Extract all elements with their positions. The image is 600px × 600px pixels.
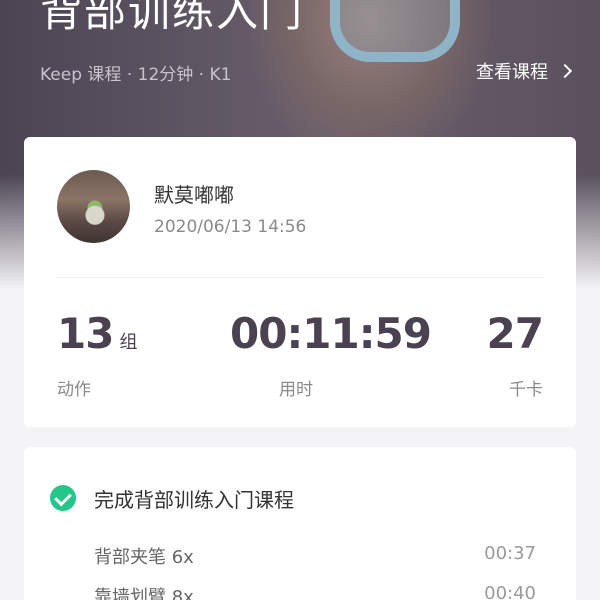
course-exercise-card: 完成背部训练入门课程 背部夹笔 6x 00:37 靠墙划臂 8x 00:40 — [24, 447, 576, 600]
divider — [57, 277, 543, 278]
exercise-row[interactable]: 背部夹笔 6x 00:37 — [94, 543, 536, 573]
exercise-name: 靠墙划臂 8x — [94, 587, 194, 600]
exercise-name: 背部夹笔 6x — [94, 547, 194, 568]
stat-sets-label: 动作 — [57, 380, 91, 400]
stat-calories-value: 27 — [486, 309, 544, 358]
workout-datetime: 2020/06/13 14:56 — [154, 217, 307, 237]
exercise-time: 00:37 — [484, 543, 536, 564]
check-circle-icon — [50, 485, 76, 511]
exercise-time: 00:40 — [484, 583, 536, 600]
user-name: 默莫嘟嘟 — [154, 183, 234, 207]
avatar[interactable] — [57, 170, 130, 243]
course-title: 背部训练入门 — [40, 0, 305, 36]
hero-figure-sportswear — [330, 0, 460, 62]
stat-calories-label: 千卡 — [509, 380, 543, 400]
stat-sets-number: 13 — [57, 309, 114, 358]
stat-sets-unit: 组 — [119, 332, 137, 353]
view-course-link[interactable]: 查看课程 — [476, 58, 573, 84]
stat-duration-label: 用时 — [279, 380, 313, 400]
exercise-row[interactable]: 靠墙划臂 8x 00:40 — [94, 583, 536, 600]
course-meta: Keep 课程 · 12分钟 · K1 — [40, 65, 232, 85]
workout-summary-card: 默莫嘟嘟 2020/06/13 14:56 13 组 动作 00:11:59 用时… — [24, 137, 576, 427]
chevron-right-icon — [557, 63, 573, 79]
stat-sets-value: 13 组 — [57, 309, 137, 358]
stat-duration-value: 00:11:59 — [230, 309, 432, 358]
course-complete-title: 完成背部训练入门课程 — [94, 488, 294, 512]
view-course-label: 查看课程 — [476, 62, 548, 83]
